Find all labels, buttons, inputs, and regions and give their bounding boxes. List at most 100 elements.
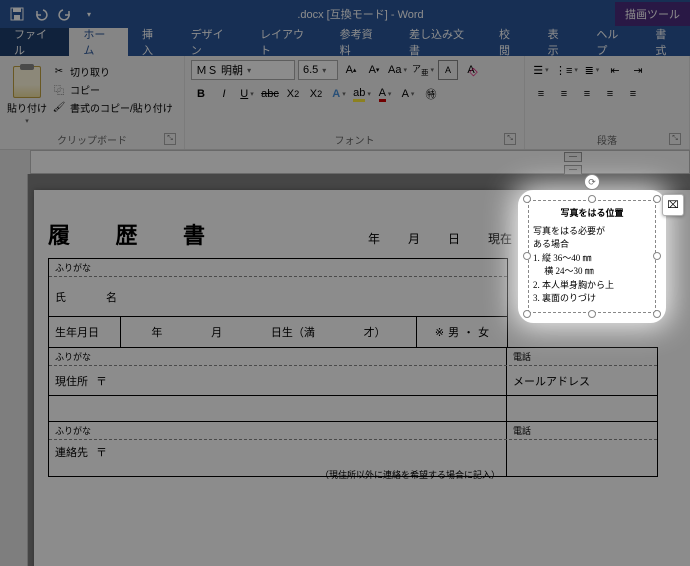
- char-border-button[interactable]: A: [438, 60, 458, 80]
- textbox-line5: 2. 本人単身胸から上: [533, 279, 651, 293]
- resume-title: 履 歴 書: [48, 218, 225, 250]
- text-effects-button[interactable]: A: [329, 84, 349, 104]
- undo-button[interactable]: [30, 3, 52, 25]
- textbox-line4: 横 24〜30 ㎜: [533, 265, 651, 279]
- textbox-line3: 1. 縦 36〜40 ㎜: [533, 252, 651, 266]
- italic-button[interactable]: I: [214, 84, 234, 104]
- paste-button[interactable]: 貼り付け ▾: [6, 60, 48, 130]
- resize-handle-se[interactable]: [653, 310, 661, 318]
- address-form: ふりがな 電話 現住所〒 メールアドレス ふりがな 電話 連絡先〒 （現住所以外…: [48, 347, 658, 477]
- numbering-button[interactable]: ⋮≡: [554, 60, 579, 80]
- bullets-button[interactable]: ☰: [531, 60, 551, 80]
- ribbon: 貼り付け ▾ ✂切り取り ⿻コピー 🖌書式のコピー/貼り付け クリップボード⤡ …: [0, 56, 690, 150]
- horizontal-ruler[interactable]: [30, 150, 690, 174]
- multilevel-list-button[interactable]: ≣: [582, 60, 602, 80]
- vertical-ruler[interactable]: [0, 174, 28, 566]
- resize-handle-s[interactable]: [588, 310, 596, 318]
- superscript-button[interactable]: X2: [306, 84, 326, 104]
- resize-handle-e[interactable]: [653, 252, 661, 260]
- font-color-button[interactable]: A: [375, 84, 395, 104]
- subscript-button[interactable]: X2: [283, 84, 303, 104]
- shrink-font-button[interactable]: A▾: [364, 60, 384, 80]
- layout-options-button[interactable]: ⌧: [662, 194, 684, 216]
- furigana-address-label: ふりがな: [49, 348, 507, 365]
- group-paragraph-label: 段落⤡: [531, 130, 683, 147]
- photo-textbox[interactable]: ⟳ ⌧ 写真をはる位置 写真をはる必要が ある場合 1. 縦 36〜40 ㎜ 横…: [528, 200, 656, 313]
- align-right-button[interactable]: ≡: [577, 84, 597, 104]
- tab-view[interactable]: 表示: [534, 28, 583, 56]
- name-label: 氏 名: [49, 277, 507, 316]
- drawing-tools-context: 描画ツール: [615, 2, 690, 26]
- tab-review[interactable]: 校閲: [485, 28, 534, 56]
- change-case-button[interactable]: Aa: [387, 60, 408, 80]
- resize-handle-nw[interactable]: [523, 195, 531, 203]
- quick-access-toolbar: ▾: [0, 3, 106, 25]
- tab-layout[interactable]: レイアウト: [246, 28, 326, 56]
- redo-button[interactable]: [54, 3, 76, 25]
- ruby-button[interactable]: ア亜: [411, 60, 435, 80]
- paragraph-dialog-launcher[interactable]: ⤡: [669, 133, 681, 145]
- textbox-title: 写真をはる位置: [533, 207, 651, 221]
- copy-icon: ⿻: [52, 83, 66, 97]
- font-size-value: 6.5: [303, 64, 318, 76]
- enclose-char-button[interactable]: ㊕: [421, 84, 441, 104]
- tab-insert[interactable]: 挿入: [128, 28, 177, 56]
- birthdate-fields: 年月日生（満才）: [121, 317, 417, 347]
- clipboard-icon: [13, 66, 41, 98]
- font-dialog-launcher[interactable]: ⤡: [504, 133, 516, 145]
- decrease-indent-button[interactable]: ⇤: [605, 60, 625, 80]
- tab-design[interactable]: デザイン: [177, 28, 246, 56]
- font-name-combo[interactable]: ＭＳ 明朝▾: [191, 60, 295, 80]
- bold-button[interactable]: B: [191, 84, 211, 104]
- cut-button[interactable]: ✂切り取り: [52, 64, 173, 79]
- resize-handle-w[interactable]: [523, 252, 531, 260]
- tab-file[interactable]: ファイル: [0, 28, 69, 56]
- grow-font-button[interactable]: A▴: [341, 60, 361, 80]
- qat-customize-button[interactable]: ▾: [78, 3, 100, 25]
- tab-format[interactable]: 書式: [641, 28, 690, 56]
- textbox-line2: ある場合: [533, 238, 651, 252]
- furigana-name-label: ふりがな: [49, 259, 507, 276]
- resize-handle-sw[interactable]: [523, 310, 531, 318]
- align-center-button[interactable]: ≡: [554, 84, 574, 104]
- increase-indent-button[interactable]: ⇥: [628, 60, 648, 80]
- format-painter-label: 書式のコピー/貼り付け: [70, 100, 173, 115]
- date-now-label: 現在: [488, 230, 512, 247]
- highlight-button[interactable]: ab: [352, 84, 372, 104]
- paste-label: 貼り付け: [7, 100, 47, 115]
- group-paragraph: ☰ ⋮≡ ≣ ⇤ ⇥ ≡ ≡ ≡ ≡ ≡ 段落⤡: [525, 56, 690, 149]
- contact-field: 連絡先〒 （現住所以外に連絡を希望する場合に記入）: [49, 440, 507, 476]
- contact-note: （現住所以外に連絡を希望する場合に記入）: [320, 468, 500, 481]
- save-button[interactable]: [6, 3, 28, 25]
- clear-formatting-button[interactable]: A◇: [461, 60, 481, 80]
- copy-button[interactable]: ⿻コピー: [52, 82, 173, 97]
- birthdate-label: 生年月日: [49, 317, 121, 347]
- underline-button[interactable]: U: [237, 84, 257, 104]
- font-size-combo[interactable]: 6.5▾: [298, 60, 338, 80]
- group-clipboard: 貼り付け ▾ ✂切り取り ⿻コピー 🖌書式のコピー/貼り付け クリップボード⤡: [0, 56, 185, 149]
- tab-references[interactable]: 参考資料: [326, 28, 395, 56]
- format-painter-button[interactable]: 🖌書式のコピー/貼り付け: [52, 100, 173, 115]
- gender-field: ※ 男 ・ 女: [417, 317, 507, 347]
- clipboard-dialog-launcher[interactable]: ⤡: [164, 133, 176, 145]
- strikethrough-button[interactable]: abc: [260, 84, 280, 104]
- contact-phone-blank: [507, 440, 657, 476]
- ruler: [0, 150, 690, 174]
- resize-handle-ne[interactable]: [653, 195, 661, 203]
- align-left-button[interactable]: ≡: [531, 84, 551, 104]
- scissors-icon: ✂: [52, 65, 66, 79]
- rotate-handle[interactable]: ⟳: [584, 174, 600, 190]
- email-label: メールアドレス: [507, 366, 657, 395]
- tab-home[interactable]: ホーム: [69, 28, 128, 56]
- furigana-contact-label: ふりがな: [49, 422, 507, 439]
- justify-button[interactable]: ≡: [600, 84, 620, 104]
- tab-help[interactable]: ヘルプ: [582, 28, 641, 56]
- font-name-value: ＭＳ 明朝: [196, 62, 243, 78]
- distributed-button[interactable]: ≡: [623, 84, 643, 104]
- resize-handle-n[interactable]: [588, 195, 596, 203]
- address-blank: [49, 396, 507, 421]
- phone-label-1: 電話: [507, 348, 657, 365]
- tab-mailings[interactable]: 差し込み文書: [395, 28, 485, 56]
- char-shading-button[interactable]: A: [398, 84, 418, 104]
- copy-label: コピー: [70, 82, 100, 97]
